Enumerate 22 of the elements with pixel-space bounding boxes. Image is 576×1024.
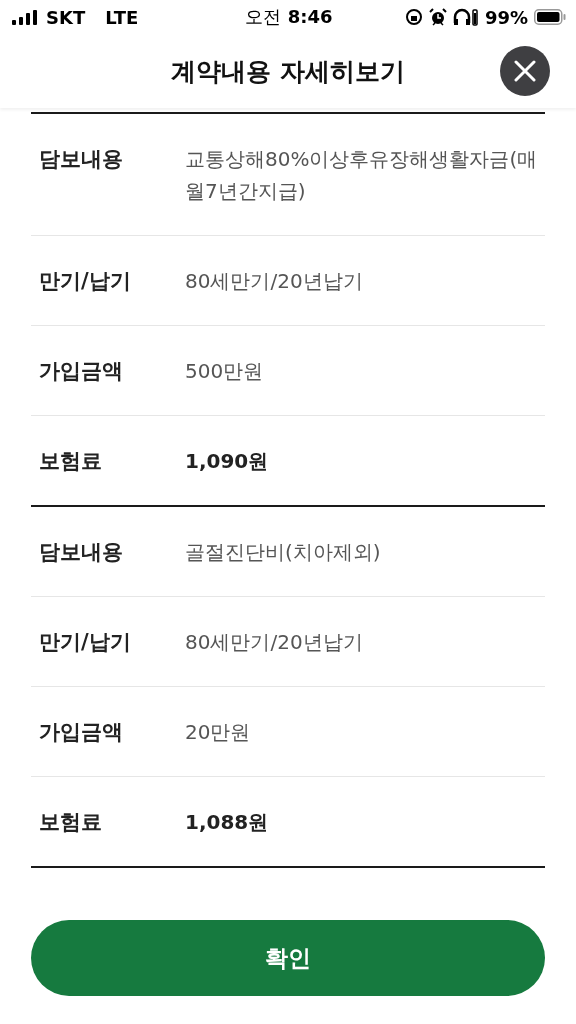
- row-value: 교통상해80%이상후유장해생활자금(매월7년간지급): [185, 146, 539, 205]
- network-text: LTE: [105, 6, 139, 28]
- row-label: 담보내용: [39, 539, 124, 566]
- battery-percent-text: 99%: [484, 6, 528, 28]
- row-value: 500만원: [185, 358, 265, 385]
- clock-text: 오전 8:46: [245, 5, 333, 29]
- row-label: 가입금액: [39, 358, 124, 385]
- row-label: 만기/납기: [39, 268, 132, 295]
- row-label: 만기/납기: [39, 629, 132, 656]
- row-value: 80세만기/20년납기: [185, 629, 364, 656]
- row-label: 보험료: [39, 809, 103, 836]
- row-value: 골절진단비(치아제외): [185, 539, 382, 566]
- row-label: 가입금액: [39, 719, 124, 746]
- page-title: 계약내용 자세히보기: [171, 55, 405, 88]
- row-label: 보험료: [39, 448, 103, 475]
- row-value: 1,088원: [185, 809, 270, 836]
- row-value: 1,090원: [185, 448, 270, 475]
- carrier-text: SKT: [46, 6, 86, 28]
- confirm-button[interactable]: 확인: [31, 920, 545, 996]
- row-label: 담보내용: [39, 146, 124, 173]
- row-value: 20만원: [185, 719, 252, 746]
- row-value: 80세만기/20년납기: [185, 268, 364, 295]
